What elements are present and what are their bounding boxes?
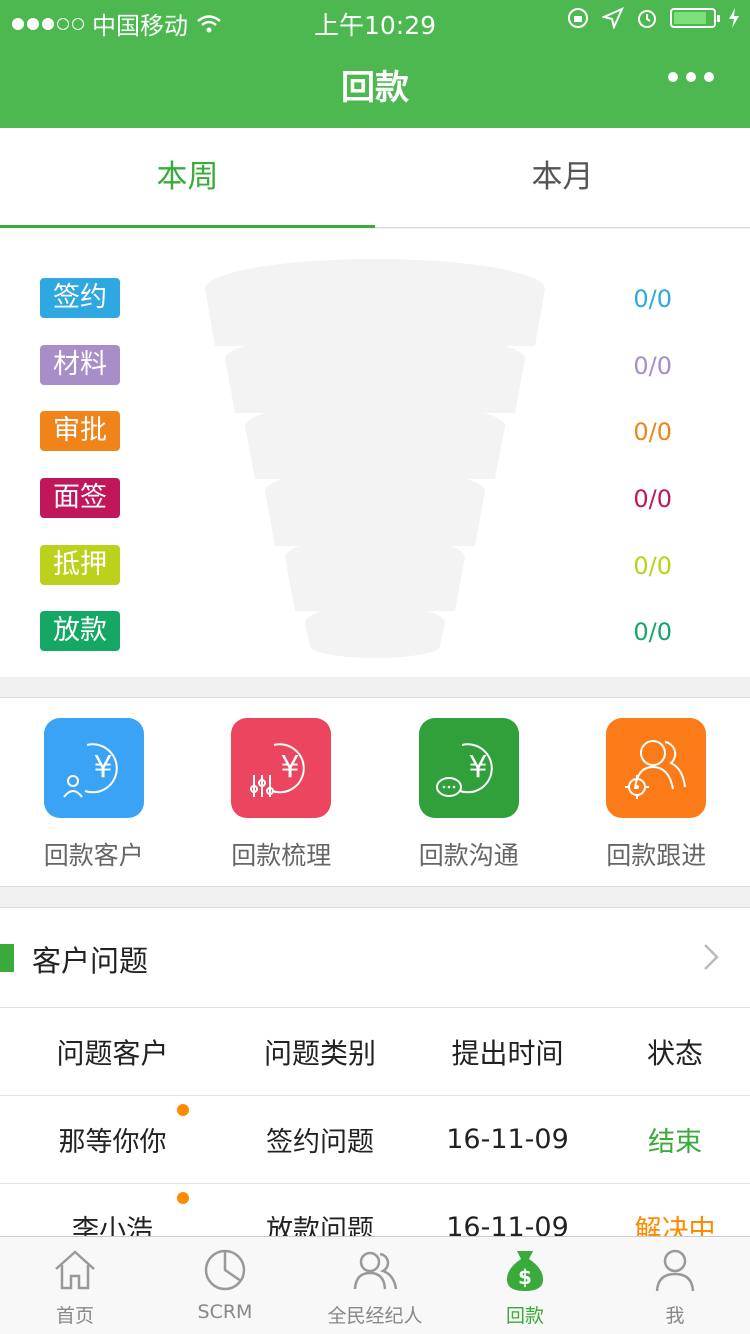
payment-customer-icon: ¥ [43,718,144,818]
stage-approval-value: 0/0 [633,418,672,446]
stage-loan-value: 0/0 [633,618,672,646]
nav-scrm[interactable]: SCRM [150,1237,300,1334]
customer-name: 那等你你 [58,1127,167,1158]
user-icon [655,1249,695,1292]
rotation-lock-icon [568,8,588,28]
pie-chart-icon [204,1249,246,1291]
customer-problems-header[interactable]: 客户问题 [0,908,750,1008]
stage-interview-badge: 面签 [40,478,120,518]
stage-sign-badge: 签约 [40,278,120,318]
unread-dot [177,1192,189,1204]
status-cell: 结束 [648,1127,702,1158]
stage-interview-value: 0/0 [633,485,672,513]
payment-communicate-icon: ¥ [418,718,519,818]
stage-sign-value: 0/0 [633,285,672,313]
bottom-tab-bar: 首页 SCRM 全民经纪人 $ 回款 我 [0,1236,750,1334]
stage-approval-badge: 审批 [40,411,120,451]
page-title: 回款 [341,68,409,108]
tab-this-month[interactable]: 本月 [375,128,750,227]
svg-text:¥: ¥ [281,750,300,785]
svg-text:$: $ [518,1265,532,1289]
payment-communicate-button[interactable]: ¥ 回款沟通 [375,698,563,886]
payment-sort-icon: ¥ [231,718,332,818]
nav-me-label: 我 [665,1305,685,1327]
payment-customer-button[interactable]: ¥ 回款客户 [0,698,188,886]
column-header-customer: 问题客户 [56,1036,169,1070]
time-cell: 16-11-09 [446,1124,569,1155]
nav-scrm-label: SCRM [197,1301,253,1323]
nav-home-label: 首页 [55,1305,94,1327]
people-icon [353,1251,398,1290]
category-cell: 签约问题 [266,1127,374,1158]
unread-dot [177,1104,189,1116]
location-icon [602,7,624,29]
stage-material-value: 0/0 [633,352,672,380]
alarm-icon [638,10,656,28]
funnel-panel: 签约 0/0 材料 0/0 审批 0/0 面签 0/0 抵押 0/0 放款 0/… [0,229,750,677]
funnel-graphic [205,259,545,658]
more-options-icon[interactable] [668,72,714,82]
svg-text:¥: ¥ [468,750,487,785]
nav-broker[interactable]: 全民经纪人 [300,1237,450,1334]
period-tabs: 本周 本月 [0,128,750,228]
stage-material-badge: 材料 [40,345,120,385]
svg-text:¥: ¥ [93,750,112,785]
battery-icon [670,8,720,28]
charging-icon [729,8,739,28]
nav-me[interactable]: 我 [600,1237,750,1334]
payment-followup-label: 回款跟进 [606,841,707,870]
section-title: 客户问题 [32,944,149,978]
money-bag-icon: $ [506,1251,544,1291]
chevron-right-icon[interactable] [702,942,720,972]
quick-actions: ¥ 回款客户 ¥ 回款梳理 ¥ 回款沟通 回款跟进 [0,697,750,887]
nav-payment[interactable]: $ 回款 [450,1237,600,1334]
stage-mortgage-value: 0/0 [633,552,672,580]
tab-this-week[interactable]: 本周 [0,128,375,228]
payment-followup-button[interactable]: 回款跟进 [563,698,750,886]
column-header-category: 问题类别 [263,1036,376,1070]
stage-mortgage-badge: 抵押 [40,545,120,585]
payment-followup-icon [606,718,707,818]
customer-problems-section: 客户问题 问题客户 问题类别 提出时间 状态 那等你你 签约问题 16-11-0… [0,907,750,1272]
nav-broker-label: 全民经纪人 [327,1305,423,1327]
payment-customer-label: 回款客户 [43,841,144,870]
stage-loan-badge: 放款 [40,611,120,651]
payment-sort-button[interactable]: ¥ 回款梳理 [188,698,376,886]
home-icon [55,1250,95,1290]
section-accent-bar [0,944,14,972]
customer-cell: 那等你你 [0,1104,225,1159]
payment-communicate-label: 回款沟通 [418,841,519,870]
table-header-row: 问题客户 问题类别 提出时间 状态 [0,1008,750,1096]
column-header-time: 提出时间 [451,1036,564,1070]
top-bar: 中国移动 上午10:29 回款 [0,0,750,128]
column-header-status: 状态 [646,1036,703,1070]
status-bar: 中国移动 上午10:29 [0,0,750,40]
nav-home[interactable]: 首页 [0,1237,150,1334]
nav-payment-label: 回款 [505,1305,544,1327]
payment-sort-label: 回款梳理 [231,841,332,870]
table-row[interactable]: 那等你你 签约问题 16-11-09 结束 [0,1096,750,1184]
